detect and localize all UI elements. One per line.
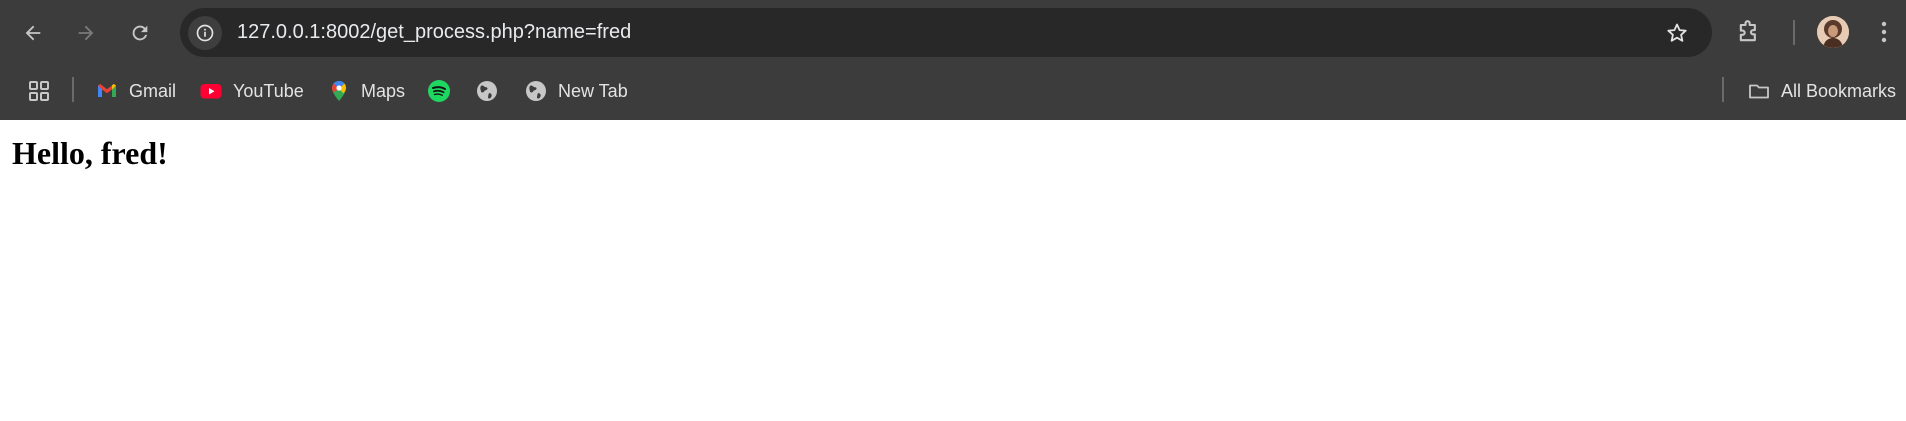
bookmark-maps[interactable]: Maps	[327, 74, 405, 108]
bookmark-gmail[interactable]: Gmail	[95, 74, 176, 108]
bookmark-label: Gmail	[129, 80, 177, 101]
bookmark-label: YouTube	[233, 80, 304, 101]
chrome-menu-button[interactable]	[1872, 16, 1896, 48]
info-icon	[196, 24, 214, 42]
toolbar-divider	[1793, 20, 1795, 45]
address-bar[interactable]: 127.0.0.1:8002/get_process.php?name=fred	[180, 8, 1712, 57]
page-content: Hello, fred!	[0, 120, 1906, 421]
back-button[interactable]	[13, 13, 53, 53]
spotify-icon	[427, 79, 451, 103]
youtube-icon	[199, 79, 223, 103]
extensions-button[interactable]	[1733, 16, 1765, 48]
apps-grid-icon	[29, 81, 49, 101]
site-info-button[interactable]	[188, 16, 222, 50]
arrow-left-icon	[25, 25, 41, 41]
bookmark-youtube[interactable]: YouTube	[199, 74, 304, 108]
bookmark-globe[interactable]	[475, 74, 499, 108]
bookmark-label: Maps	[361, 80, 406, 101]
apps-button[interactable]	[24, 76, 54, 106]
bookmarks-separator	[1722, 77, 1724, 102]
avatar-icon	[1817, 16, 1849, 48]
all-bookmarks-button[interactable]: All Bookmarks	[1747, 74, 1896, 108]
bookmark-new-tab[interactable]: New Tab	[524, 74, 628, 108]
globe-icon	[475, 79, 499, 103]
browser-toolbar: 127.0.0.1:8002/get_process.php?name=fred	[0, 0, 1906, 65]
bookmarks-separator	[72, 77, 74, 102]
more-vertical-icon	[1881, 21, 1887, 43]
forward-button[interactable]	[66, 13, 106, 53]
bookmarks-bar: Gmail YouTube Maps New Tab All Bookmarks	[0, 65, 1906, 120]
puzzle-icon	[1739, 20, 1756, 42]
bookmark-star-button[interactable]	[1662, 18, 1692, 48]
bookmark-label: New Tab	[558, 80, 628, 101]
reload-icon	[132, 25, 148, 41]
folder-icon	[1747, 79, 1771, 103]
all-bookmarks-label: All Bookmarks	[1781, 80, 1897, 101]
arrow-right-icon	[78, 25, 94, 41]
globe-icon	[524, 79, 548, 103]
reload-button[interactable]	[120, 13, 160, 53]
url-text[interactable]: 127.0.0.1:8002/get_process.php?name=fred	[237, 8, 631, 57]
maps-icon	[327, 79, 351, 103]
gmail-icon	[95, 79, 119, 103]
bookmark-spotify[interactable]	[427, 74, 451, 108]
greeting-heading: Hello, fred!	[12, 135, 168, 171]
profile-avatar[interactable]	[1817, 16, 1849, 48]
star-icon	[1667, 23, 1687, 42]
